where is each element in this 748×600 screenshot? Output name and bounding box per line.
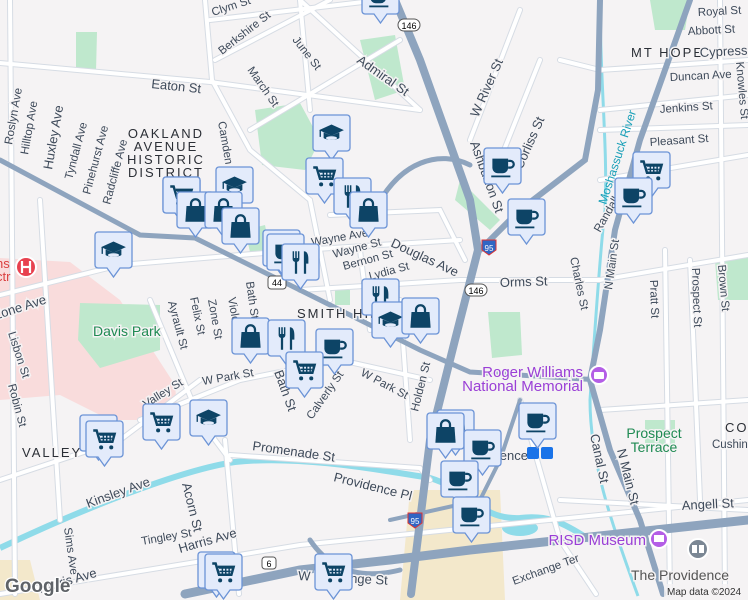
i95-label: 95 xyxy=(485,244,494,253)
prospect-terrace-poi[interactable]: Prospect Terrace xyxy=(625,424,683,457)
route-6-shield: 6 xyxy=(261,556,277,570)
poi-label: RISD Museum xyxy=(548,532,646,549)
street-label: Radcliffe Ave xyxy=(101,138,130,206)
library-icon xyxy=(687,538,709,560)
route-44-label: 44 xyxy=(272,278,282,288)
i95-label: 95 xyxy=(411,517,420,526)
park-label: Davis Park xyxy=(93,323,162,339)
neighborhood-label: MT HOPE xyxy=(631,45,704,60)
park-area xyxy=(335,290,350,305)
street-label: Jenkins St xyxy=(659,100,714,116)
google-logo-text: Google xyxy=(5,576,70,597)
map-data-credit: Map data ©2024 xyxy=(667,587,742,598)
marker-pin xyxy=(142,403,181,451)
street-label: Acorn St xyxy=(179,481,206,533)
street-label: Zone St xyxy=(205,298,224,341)
poi-label: National Memorial xyxy=(462,378,583,395)
education-marker[interactable] xyxy=(312,114,351,162)
street-label: Hilltop Ave xyxy=(19,100,40,155)
route-146-label: 146 xyxy=(401,21,416,31)
coffee-marker[interactable] xyxy=(518,402,557,450)
coffee-marker[interactable] xyxy=(361,0,400,25)
marker-pin xyxy=(85,420,124,468)
street-label: Pleasant St xyxy=(649,133,709,149)
park-area xyxy=(76,32,97,72)
street-label: Knowles St xyxy=(733,61,748,120)
street-label: N Main St xyxy=(603,238,622,290)
cart-marker[interactable] xyxy=(85,420,124,468)
map-canvas[interactable]: 146 146 44 95 95 6 Clym St Berkshire St … xyxy=(0,0,748,600)
poi-label: The Providence xyxy=(631,567,729,583)
oakland-avenue-historic-district-label: OAKLAND AVENUE HISTORIC DISTRICT xyxy=(126,125,205,182)
street-label: Angell St xyxy=(681,495,734,513)
neighborhood-label: VALLEY xyxy=(22,445,82,460)
i95-shield: 95 xyxy=(481,239,497,256)
park-area xyxy=(488,312,522,358)
street-label: Huxley Ave xyxy=(40,104,66,170)
street-label: Charles St xyxy=(567,256,590,312)
street-label: Holden St xyxy=(409,360,433,413)
map-attribution[interactable]: Map data ©2024 xyxy=(664,584,748,600)
street-label: W River St xyxy=(467,56,506,119)
train-icon xyxy=(527,447,539,459)
street-label: Orms St xyxy=(500,273,549,290)
route-146-shield: 146 xyxy=(464,283,488,297)
route-146-label: 146 xyxy=(468,286,483,296)
marker-pin xyxy=(314,553,353,600)
cart-marker[interactable] xyxy=(142,403,181,451)
route-6-label: 6 xyxy=(266,559,271,569)
route-146-shield: 146 xyxy=(397,18,421,32)
street-label: Cushing xyxy=(712,439,748,451)
street-label: Exchange Ter xyxy=(511,553,581,588)
street-label: Sims Ave xyxy=(61,527,80,576)
cart-marker[interactable] xyxy=(314,553,353,600)
street-label: Felix St xyxy=(187,296,207,337)
google-logo[interactable]: Google xyxy=(4,575,72,599)
education-marker[interactable] xyxy=(189,399,228,447)
coffee-marker[interactable] xyxy=(507,198,546,246)
street-label: Kinsley Ave xyxy=(84,474,152,511)
park-label: Terrace xyxy=(631,439,678,455)
bag-marker[interactable] xyxy=(231,317,270,365)
street-label: Abbott St xyxy=(688,23,737,38)
train-icon xyxy=(541,447,553,459)
street-label: Royal St xyxy=(698,5,743,19)
street-label: Bath St xyxy=(243,281,260,321)
marker-pin xyxy=(361,0,400,25)
neighborhood-label: CO xyxy=(725,420,748,435)
street-label: Pratt St xyxy=(647,280,660,320)
street-label: Prospect St xyxy=(689,268,703,329)
hospital-label: ctr xyxy=(0,269,11,284)
street-label: Cypress xyxy=(699,42,748,60)
